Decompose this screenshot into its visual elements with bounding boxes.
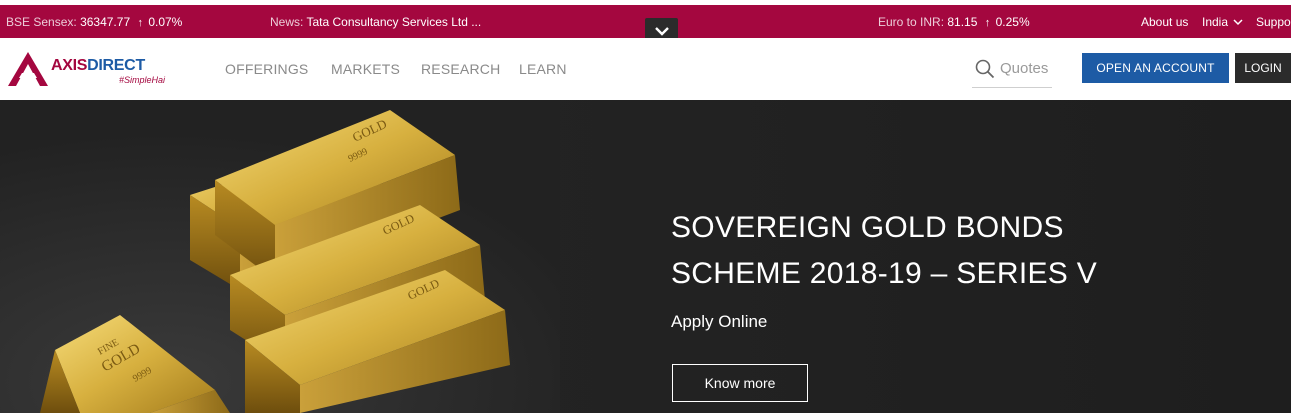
- news-ticker[interactable]: News: Tata Consultancy Services Ltd ...: [270, 15, 481, 29]
- news-headline[interactable]: Tata Consultancy Services Ltd ...: [306, 15, 481, 29]
- logo-mark-icon: [8, 52, 48, 86]
- nav-offerings[interactable]: OFFERINGS: [225, 61, 308, 77]
- chevron-down-icon: [654, 26, 669, 36]
- support-link[interactable]: Suppo: [1256, 15, 1291, 29]
- gold-bars-image: GOLD 9999 GOLD GOLD FINE GOLD 9999: [0, 100, 560, 413]
- hero-title-line-1: SOVEREIGN GOLD BONDS: [671, 211, 1064, 244]
- quotes-placeholder: Quotes: [1000, 60, 1049, 77]
- nav-learn[interactable]: LEARN: [519, 61, 567, 77]
- euro-value: 81.15: [947, 15, 978, 29]
- logo-axis-text: AXIS: [51, 57, 88, 74]
- euro-label: Euro to INR:: [878, 15, 945, 29]
- sensex-change: 0.07%: [148, 15, 183, 29]
- about-us-link[interactable]: About us: [1141, 15, 1188, 29]
- news-label: News:: [270, 15, 304, 29]
- country-label: India: [1202, 15, 1229, 29]
- search-icon: [975, 59, 995, 79]
- sensex-ticker[interactable]: BSE Sensex: 36347.77 ↑ 0.07%: [6, 15, 182, 30]
- open-account-button[interactable]: OPEN AN ACCOUNT: [1082, 53, 1229, 83]
- axis-direct-logo[interactable]: AXISDIRECT #SimpleHai: [7, 50, 177, 90]
- quotes-search-input[interactable]: Quotes: [972, 51, 1052, 88]
- logo-tagline: #SimpleHai: [119, 75, 166, 85]
- sensex-label: BSE Sensex:: [6, 15, 77, 29]
- login-button[interactable]: LOGIN: [1235, 53, 1291, 83]
- hero-banner: GOLD 9999 GOLD GOLD FINE GOLD 9999 SOVER…: [0, 100, 1291, 413]
- hero-title-line-2: SCHEME 2018-19 – SERIES V: [671, 257, 1098, 290]
- arrow-up-icon: ↑: [137, 17, 143, 29]
- know-more-button[interactable]: Know more: [672, 364, 808, 402]
- nav-research[interactable]: RESEARCH: [421, 61, 500, 77]
- sensex-value: 36347.77: [80, 15, 131, 29]
- logo-direct-text: DIRECT: [87, 57, 145, 74]
- nav-markets[interactable]: MARKETS: [331, 61, 400, 77]
- hero-title: SOVEREIGN GOLD BONDS SCHEME 2018-19 – SE…: [671, 205, 1097, 297]
- country-selector[interactable]: India: [1202, 15, 1243, 29]
- logo-wordmark: AXISDIRECT: [51, 57, 145, 75]
- arrow-up-icon: ↑: [984, 17, 991, 29]
- euro-inr-ticker[interactable]: Euro to INR: 81.15 ↑ 0.25%: [878, 15, 1030, 30]
- chevron-down-icon: [1233, 19, 1243, 26]
- hero-subtitle: Apply Online: [671, 312, 768, 331]
- main-header: AXISDIRECT #SimpleHai OFFERINGS MARKETS …: [0, 38, 1291, 100]
- market-ticker-bar: BSE Sensex: 36347.77 ↑ 0.07% News: Tata …: [0, 5, 1291, 43]
- euro-change: 0.25%: [995, 15, 1030, 29]
